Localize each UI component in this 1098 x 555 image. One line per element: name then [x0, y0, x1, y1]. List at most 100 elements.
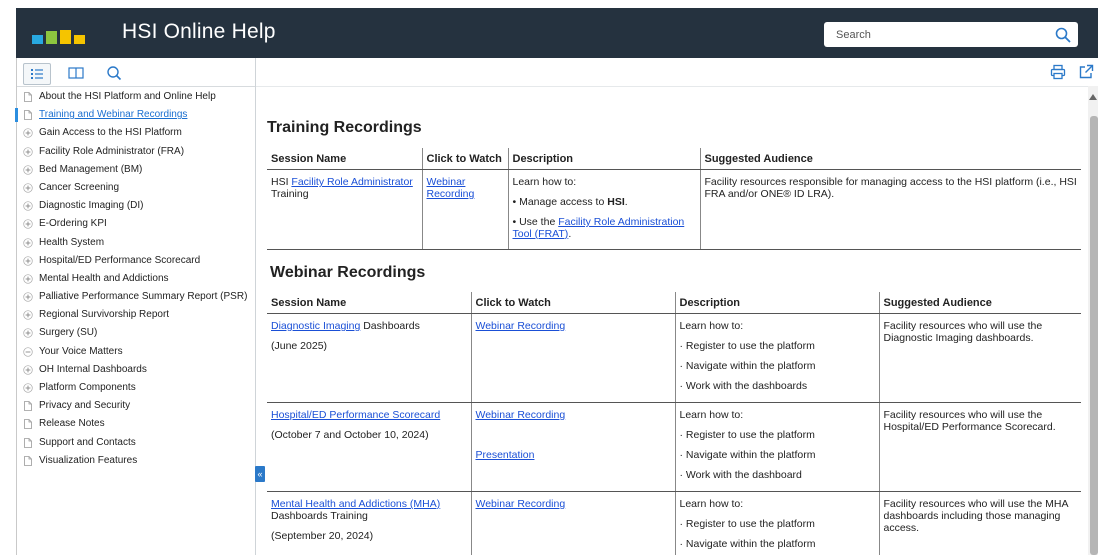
toc-item[interactable]: Diagnostic Imaging (DI): [17, 197, 255, 215]
toc-item[interactable]: Cancer Screening: [17, 179, 255, 197]
session-link[interactable]: Mental Health and Addictions (MHA): [271, 498, 440, 510]
fra-link[interactable]: Facility Role Administrator: [291, 176, 412, 188]
content-toolbar: [256, 58, 1098, 87]
toc-item[interactable]: Bed Management (BM): [17, 161, 255, 179]
open-new-window-icon[interactable]: [1078, 64, 1094, 80]
webinar-recording-link[interactable]: Webinar Recording: [476, 409, 566, 421]
topic-content: Training Recordings Session Name Click t…: [256, 86, 1090, 555]
session-link[interactable]: Diagnostic Imaging: [271, 320, 360, 332]
webinar-recording-link[interactable]: Webinar Recording: [476, 320, 566, 332]
tab-search[interactable]: [101, 63, 127, 83]
table-header-row: Session Name Click to Watch Description …: [267, 292, 1081, 314]
webinar-recordings-heading: Webinar Recordings: [270, 264, 426, 281]
description-bullet: · Navigate within the platform: [679, 360, 816, 372]
col-session-name: Session Name: [267, 292, 471, 314]
toc-item[interactable]: About the HSI Platform and Online Help: [17, 88, 255, 106]
toc-item-label: Facility Role Administrator (FRA): [39, 145, 185, 157]
page-icon: [24, 110, 32, 121]
plus-icon[interactable]: [23, 274, 33, 284]
toc-item[interactable]: Privacy and Security: [17, 397, 255, 415]
plus-icon[interactable]: [23, 146, 33, 157]
description-bullet: · Navigate within the platform: [679, 449, 816, 461]
session-name-cell: Mental Health and Addictions (MHA) Dashb…: [267, 491, 471, 555]
plus-icon[interactable]: [23, 128, 33, 139]
tab-contents[interactable]: [23, 63, 51, 85]
toc-item[interactable]: Facility Role Administrator (FRA): [17, 143, 255, 161]
toc-item[interactable]: E-Ordering KPI: [17, 215, 255, 233]
toc-item[interactable]: Regional Survivorship Report: [17, 306, 255, 324]
scrollbar-thumb[interactable]: [1090, 116, 1098, 555]
col-description: Description: [674, 292, 879, 314]
description-cell: Learn how to: · Register to use the platf…: [674, 491, 879, 555]
toc-item[interactable]: Surgery (SU): [17, 324, 255, 342]
toc-item-label: Hospital/ED Performance Scorecard: [39, 254, 201, 266]
toc-item-label: About the HSI Platform and Online Help: [39, 91, 216, 102]
description-bullet: · Register to use the platform: [679, 429, 815, 441]
toc-item[interactable]: OH Internal Dashboards: [17, 361, 255, 379]
toc-item-label: Palliative Performance Summary Report (P…: [39, 291, 248, 303]
session-link[interactable]: Hospital/ED Performance Scorecard: [271, 409, 440, 421]
col-session-name: Session Name: [267, 148, 422, 170]
list-icon: [31, 69, 43, 79]
toc-item[interactable]: Your Voice Matters: [17, 343, 255, 361]
plus-icon[interactable]: [23, 292, 33, 302]
webinar-table: Session Name Click to Watch Description …: [267, 292, 1081, 555]
page-icon: [24, 401, 32, 412]
plus-icon[interactable]: [23, 328, 33, 339]
col-suggested-audience: Suggested Audience: [878, 292, 1081, 314]
webinar-recording-link[interactable]: Webinar Recording: [476, 498, 566, 510]
table-row: Mental Health and Addictions (MHA) Dashb…: [267, 491, 1081, 555]
plus-icon[interactable]: [23, 365, 33, 375]
plus-icon[interactable]: [23, 219, 33, 229]
table-row: Hospital/ED Performance Scorecard (Octobe…: [267, 402, 1081, 492]
toc-tabbar: [17, 58, 255, 87]
plus-icon[interactable]: [23, 383, 33, 393]
page-icon: [24, 437, 32, 448]
plus-icon[interactable]: [23, 183, 33, 193]
toc-item[interactable]: Hospital/ED Performance Scorecard: [17, 252, 255, 270]
scroll-up-arrow[interactable]: [1089, 94, 1097, 100]
plus-icon[interactable]: [23, 165, 33, 175]
suggested-audience-cell: Facility resources responsible for manag…: [699, 169, 1081, 250]
webinar-recording-link[interactable]: Webinar Recording: [427, 176, 475, 200]
presentation-link[interactable]: Presentation: [476, 449, 535, 461]
search-input[interactable]: [824, 22, 1036, 47]
toc-item[interactable]: Visualization Features: [17, 452, 255, 470]
page-icon: [24, 419, 32, 430]
toc-item[interactable]: Platform Components: [17, 379, 255, 397]
hsi-logo: [32, 30, 92, 44]
plus-icon[interactable]: [23, 201, 33, 211]
toc-item[interactable]: Gain Access to the HSI Platform: [17, 124, 255, 142]
plus-icon[interactable]: [23, 256, 33, 266]
training-recordings-heading: Training Recordings: [267, 119, 422, 136]
toc-item-label: Visualization Features: [39, 454, 138, 466]
table-row: HSI Facility Role Administrator Training…: [267, 169, 1081, 250]
toc-item-label: Diagnostic Imaging (DI): [39, 200, 144, 212]
toc-item[interactable]: Mental Health and Addictions: [17, 270, 255, 288]
plus-icon[interactable]: [23, 237, 33, 248]
print-icon[interactable]: [1050, 64, 1066, 80]
tab-index[interactable]: [63, 63, 89, 83]
search-box: [824, 22, 1078, 47]
toc-item-label: Release Notes: [39, 418, 105, 430]
minus-icon[interactable]: [23, 346, 33, 357]
toc-item[interactable]: Training and Webinar Recordings: [15, 106, 255, 124]
toc-item-label: Bed Management (BM): [39, 163, 143, 175]
description-bullet: · Register to use the platform: [679, 518, 815, 530]
col-click-to-watch: Click to Watch: [421, 148, 508, 170]
session-name-cell: Hospital/ED Performance Scorecard (Octobe…: [267, 402, 471, 492]
toc-item-label: Cancer Screening: [39, 181, 120, 193]
toc-item-label: Privacy and Security: [39, 400, 131, 412]
toc-item[interactable]: Support and Contacts: [17, 434, 255, 452]
search-icon[interactable]: [1054, 26, 1072, 44]
toc-item[interactable]: Palliative Performance Summary Report (P…: [17, 288, 255, 306]
toc-item-label: OH Internal Dashboards: [39, 363, 147, 375]
col-click-to-watch: Click to Watch: [470, 292, 675, 314]
toc-item[interactable]: Release Notes: [17, 415, 255, 433]
plus-icon[interactable]: [23, 310, 33, 320]
toc-item-label: Gain Access to the HSI Platform: [39, 127, 182, 139]
description-bullet: · Navigate within the platform: [679, 538, 816, 550]
toc-item[interactable]: Health System: [17, 234, 255, 252]
toc-item-label: Support and Contacts: [39, 436, 136, 448]
description-bullet: · Work with the dashboard: [679, 469, 802, 481]
